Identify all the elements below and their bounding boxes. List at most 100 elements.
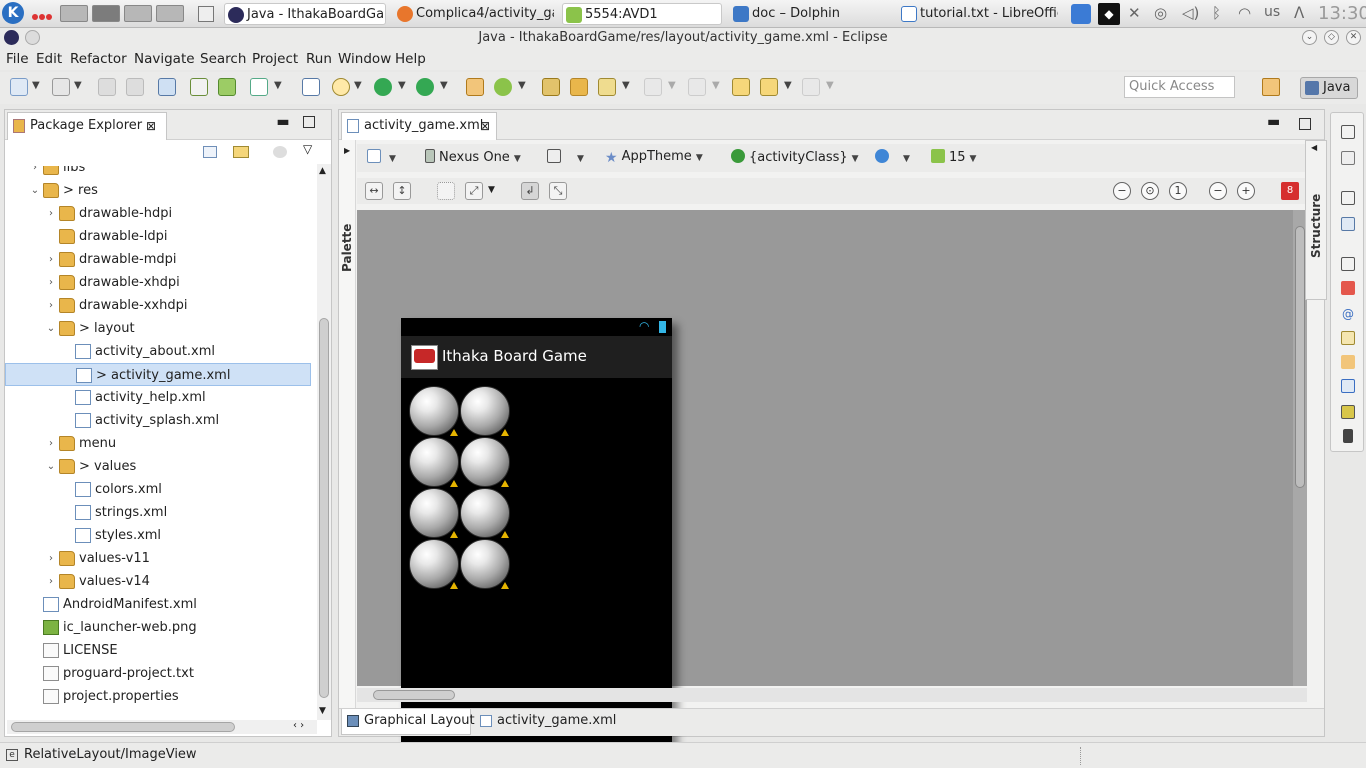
window-menu-icon[interactable] — [25, 30, 40, 45]
tree-item[interactable]: ⌄ > res — [5, 179, 311, 202]
tree-item[interactable]: › drawable-mdpi — [5, 248, 311, 271]
pin-icon[interactable] — [158, 78, 176, 96]
restore-icon-3[interactable] — [1341, 257, 1355, 271]
minimize-window-icon[interactable]: ⌄ — [1302, 30, 1317, 45]
tree-item[interactable]: strings.xml — [5, 501, 311, 524]
scroll-up-icon[interactable]: ▲ — [319, 166, 326, 176]
expand-chevron-icon[interactable]: › — [45, 432, 57, 455]
layout-file-chooser[interactable]: ▼ — [367, 149, 396, 165]
expand-chevron-icon[interactable]: › — [29, 166, 41, 179]
tree-item[interactable]: › drawable-xxhdpi — [5, 294, 311, 317]
tray-expand-icon[interactable]: ᐱ — [1294, 4, 1304, 24]
expand-chevron-icon[interactable]: › — [45, 271, 57, 294]
tree-item[interactable]: > activity_game.xml — [5, 363, 311, 386]
gravity-dropdown-icon[interactable]: ▼ — [488, 185, 495, 195]
maximize-view-icon[interactable] — [303, 116, 315, 128]
problems-view-icon[interactable] — [1341, 281, 1355, 295]
restore-icon[interactable] — [1341, 125, 1355, 139]
tab-package-explorer[interactable]: Package Explorer ⊠ — [7, 112, 167, 140]
debug-icon[interactable] — [332, 78, 350, 96]
open-task-icon[interactable] — [542, 78, 560, 96]
external-dropdown-icon[interactable]: ▼ — [440, 80, 448, 91]
palette-strip[interactable]: ▶ Palette — [339, 140, 356, 708]
collapse-chevron-icon[interactable]: ⌄ — [29, 179, 41, 202]
zoom-out-real-icon[interactable]: − — [1113, 182, 1131, 200]
close-tab-icon[interactable]: ⊠ — [146, 113, 156, 139]
palette-expand-icon[interactable]: ▶ — [344, 146, 350, 155]
expand-chevron-icon[interactable]: › — [45, 248, 57, 271]
minimize-view-icon[interactable]: ▬ — [275, 114, 291, 130]
expand-chevron-icon[interactable]: › — [45, 202, 57, 225]
tab-xml-source[interactable]: activity_game.xml — [475, 709, 616, 735]
tab-graphical-layout[interactable]: Graphical Layout — [341, 709, 475, 735]
task-browser[interactable]: Complica4/activity_gar — [394, 3, 554, 25]
gravity-icon[interactable]: ⤢ — [465, 182, 483, 200]
close-window-icon[interactable]: ✕ — [1346, 30, 1361, 45]
zoom-out-icon[interactable]: − — [1209, 182, 1227, 200]
app-action-bar[interactable]: Ithaka Board Game — [401, 336, 672, 378]
menu-navigate[interactable]: Navigate — [134, 51, 195, 67]
orientation-selector[interactable]: ▼ — [547, 149, 584, 165]
tree-item[interactable]: › drawable-xhdpi — [5, 271, 311, 294]
align-center-icon[interactable]: ⤡ — [549, 182, 567, 200]
link-with-editor-icon[interactable] — [233, 146, 249, 158]
desktop-3-button[interactable] — [124, 5, 152, 22]
tree-item[interactable]: styles.xml — [5, 524, 311, 547]
collapse-chevron-icon[interactable]: ⌄ — [45, 455, 57, 478]
zoom-in-icon[interactable]: + — [1237, 182, 1255, 200]
expand-chevron-icon[interactable]: › — [45, 294, 57, 317]
bluetooth-icon[interactable]: ᛒ — [1212, 4, 1221, 24]
expand-chevron-icon[interactable]: › — [45, 570, 57, 593]
eclipse-window-icon[interactable] — [4, 30, 19, 45]
restore-icon-2[interactable] — [1341, 191, 1355, 205]
toggle-fill-width-icon[interactable]: ↔ — [365, 182, 383, 200]
tree-item[interactable]: drawable-ldpi — [5, 225, 311, 248]
tree-item[interactable]: colors.xml — [5, 478, 311, 501]
maximize-window-icon[interactable]: ◇ — [1324, 30, 1339, 45]
open-perspective-icon[interactable] — [1262, 78, 1280, 96]
zoom-100-icon[interactable]: 1 — [1169, 182, 1187, 200]
declaration-view-icon[interactable] — [1341, 331, 1355, 345]
api-level-selector[interactable]: 15 ▼ — [931, 149, 976, 165]
outline-view-icon[interactable] — [1341, 151, 1355, 165]
updater-icon[interactable] — [1071, 4, 1091, 24]
menu-file[interactable]: File — [6, 51, 29, 67]
tree-item[interactable]: › values-v14 — [5, 570, 311, 593]
tree-horizontal-scroll-thumb[interactable] — [11, 722, 235, 732]
save-all-icon[interactable] — [126, 78, 144, 96]
tree-item[interactable]: ⌄ > layout — [5, 317, 311, 340]
javadoc-view-icon[interactable]: @ — [1341, 307, 1355, 321]
canvas-horizontal-scroll-thumb[interactable] — [373, 690, 455, 700]
locale-selector[interactable]: ▼ — [875, 149, 910, 165]
run-dropdown-icon[interactable]: ▼ — [398, 80, 406, 91]
prev-annotation-icon[interactable] — [688, 78, 706, 96]
debug-dropdown-icon[interactable]: ▼ — [354, 80, 362, 91]
structure-label[interactable]: Structure — [1309, 194, 1323, 258]
logcat-view-icon[interactable] — [1341, 405, 1355, 419]
new-package-icon[interactable] — [466, 78, 484, 96]
menu-refactor[interactable]: Refactor — [70, 51, 127, 67]
tree-item[interactable]: proguard-project.txt — [5, 662, 311, 685]
zoom-fit-icon[interactable]: ⊙ — [1141, 182, 1159, 200]
network-icon[interactable]: ◎ — [1154, 4, 1167, 24]
lint-check-icon[interactable] — [250, 78, 268, 96]
minimize-editor-icon[interactable]: ▬ — [1267, 114, 1280, 130]
desktop-2-button[interactable] — [92, 5, 120, 22]
tools-icon[interactable]: ✕ — [1128, 4, 1141, 24]
scroll-left-right-icon[interactable]: ‹ › — [293, 720, 304, 731]
next-annotation-dropdown-icon[interactable]: ▼ — [668, 80, 676, 91]
view-menu-icon[interactable]: ▽ — [303, 142, 312, 156]
tree-item[interactable]: › values-v11 — [5, 547, 311, 570]
align-left-icon[interactable]: ↲ — [521, 182, 539, 200]
new-dropdown-icon[interactable]: ▼ — [32, 80, 40, 91]
layout-canvas[interactable]: ◠ Ithaka Board Game — [357, 210, 1307, 768]
forward-icon[interactable] — [802, 78, 820, 96]
tree-item[interactable]: ⌄ > values — [5, 455, 311, 478]
tree-item[interactable]: LICENSE — [5, 639, 311, 662]
activity-dots-icon[interactable] — [32, 9, 54, 20]
next-annotation-icon[interactable] — [644, 78, 662, 96]
collapse-all-icon[interactable] — [203, 146, 217, 158]
open-type-icon[interactable] — [52, 78, 70, 96]
device-selector[interactable]: Nexus One ▼ — [425, 149, 521, 165]
run-external-icon[interactable] — [416, 78, 434, 96]
